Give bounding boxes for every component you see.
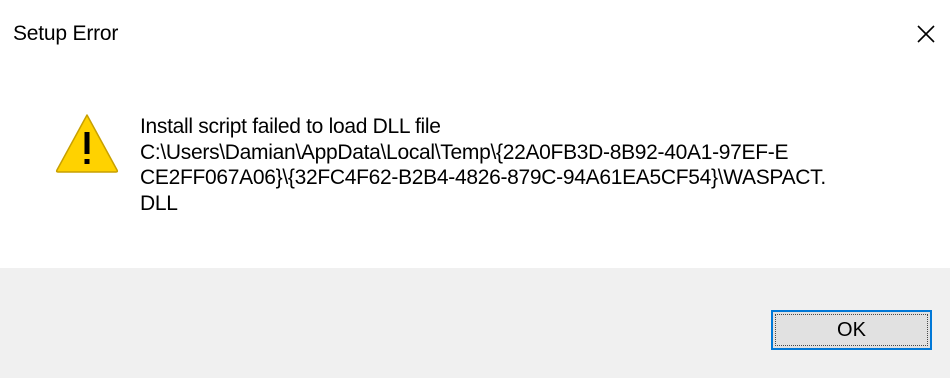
title-bar: Setup Error	[0, 0, 950, 68]
warning-icon	[55, 114, 119, 173]
setup-error-dialog: Setup Error Install script failed to loa…	[0, 0, 950, 378]
message-line: C:\Users\Damian\AppData\Local\Temp\{22A0…	[140, 140, 789, 164]
window-title: Setup Error	[13, 22, 119, 45]
close-icon	[917, 25, 935, 43]
error-message: Install script failed to load DLL file C…	[140, 114, 920, 216]
close-button[interactable]	[906, 12, 950, 56]
ok-button-label: OK	[837, 318, 866, 341]
button-bar: OK	[0, 268, 950, 378]
message-line: CE2FF067A06}\{32FC4F62-B2B4-4826-879C-94…	[140, 166, 826, 189]
message-line: DLL	[140, 191, 178, 215]
message-line: Install script failed to load DLL file	[140, 115, 441, 138]
dialog-content: Install script failed to load DLL file C…	[0, 68, 950, 268]
ok-button[interactable]: OK	[771, 310, 932, 350]
